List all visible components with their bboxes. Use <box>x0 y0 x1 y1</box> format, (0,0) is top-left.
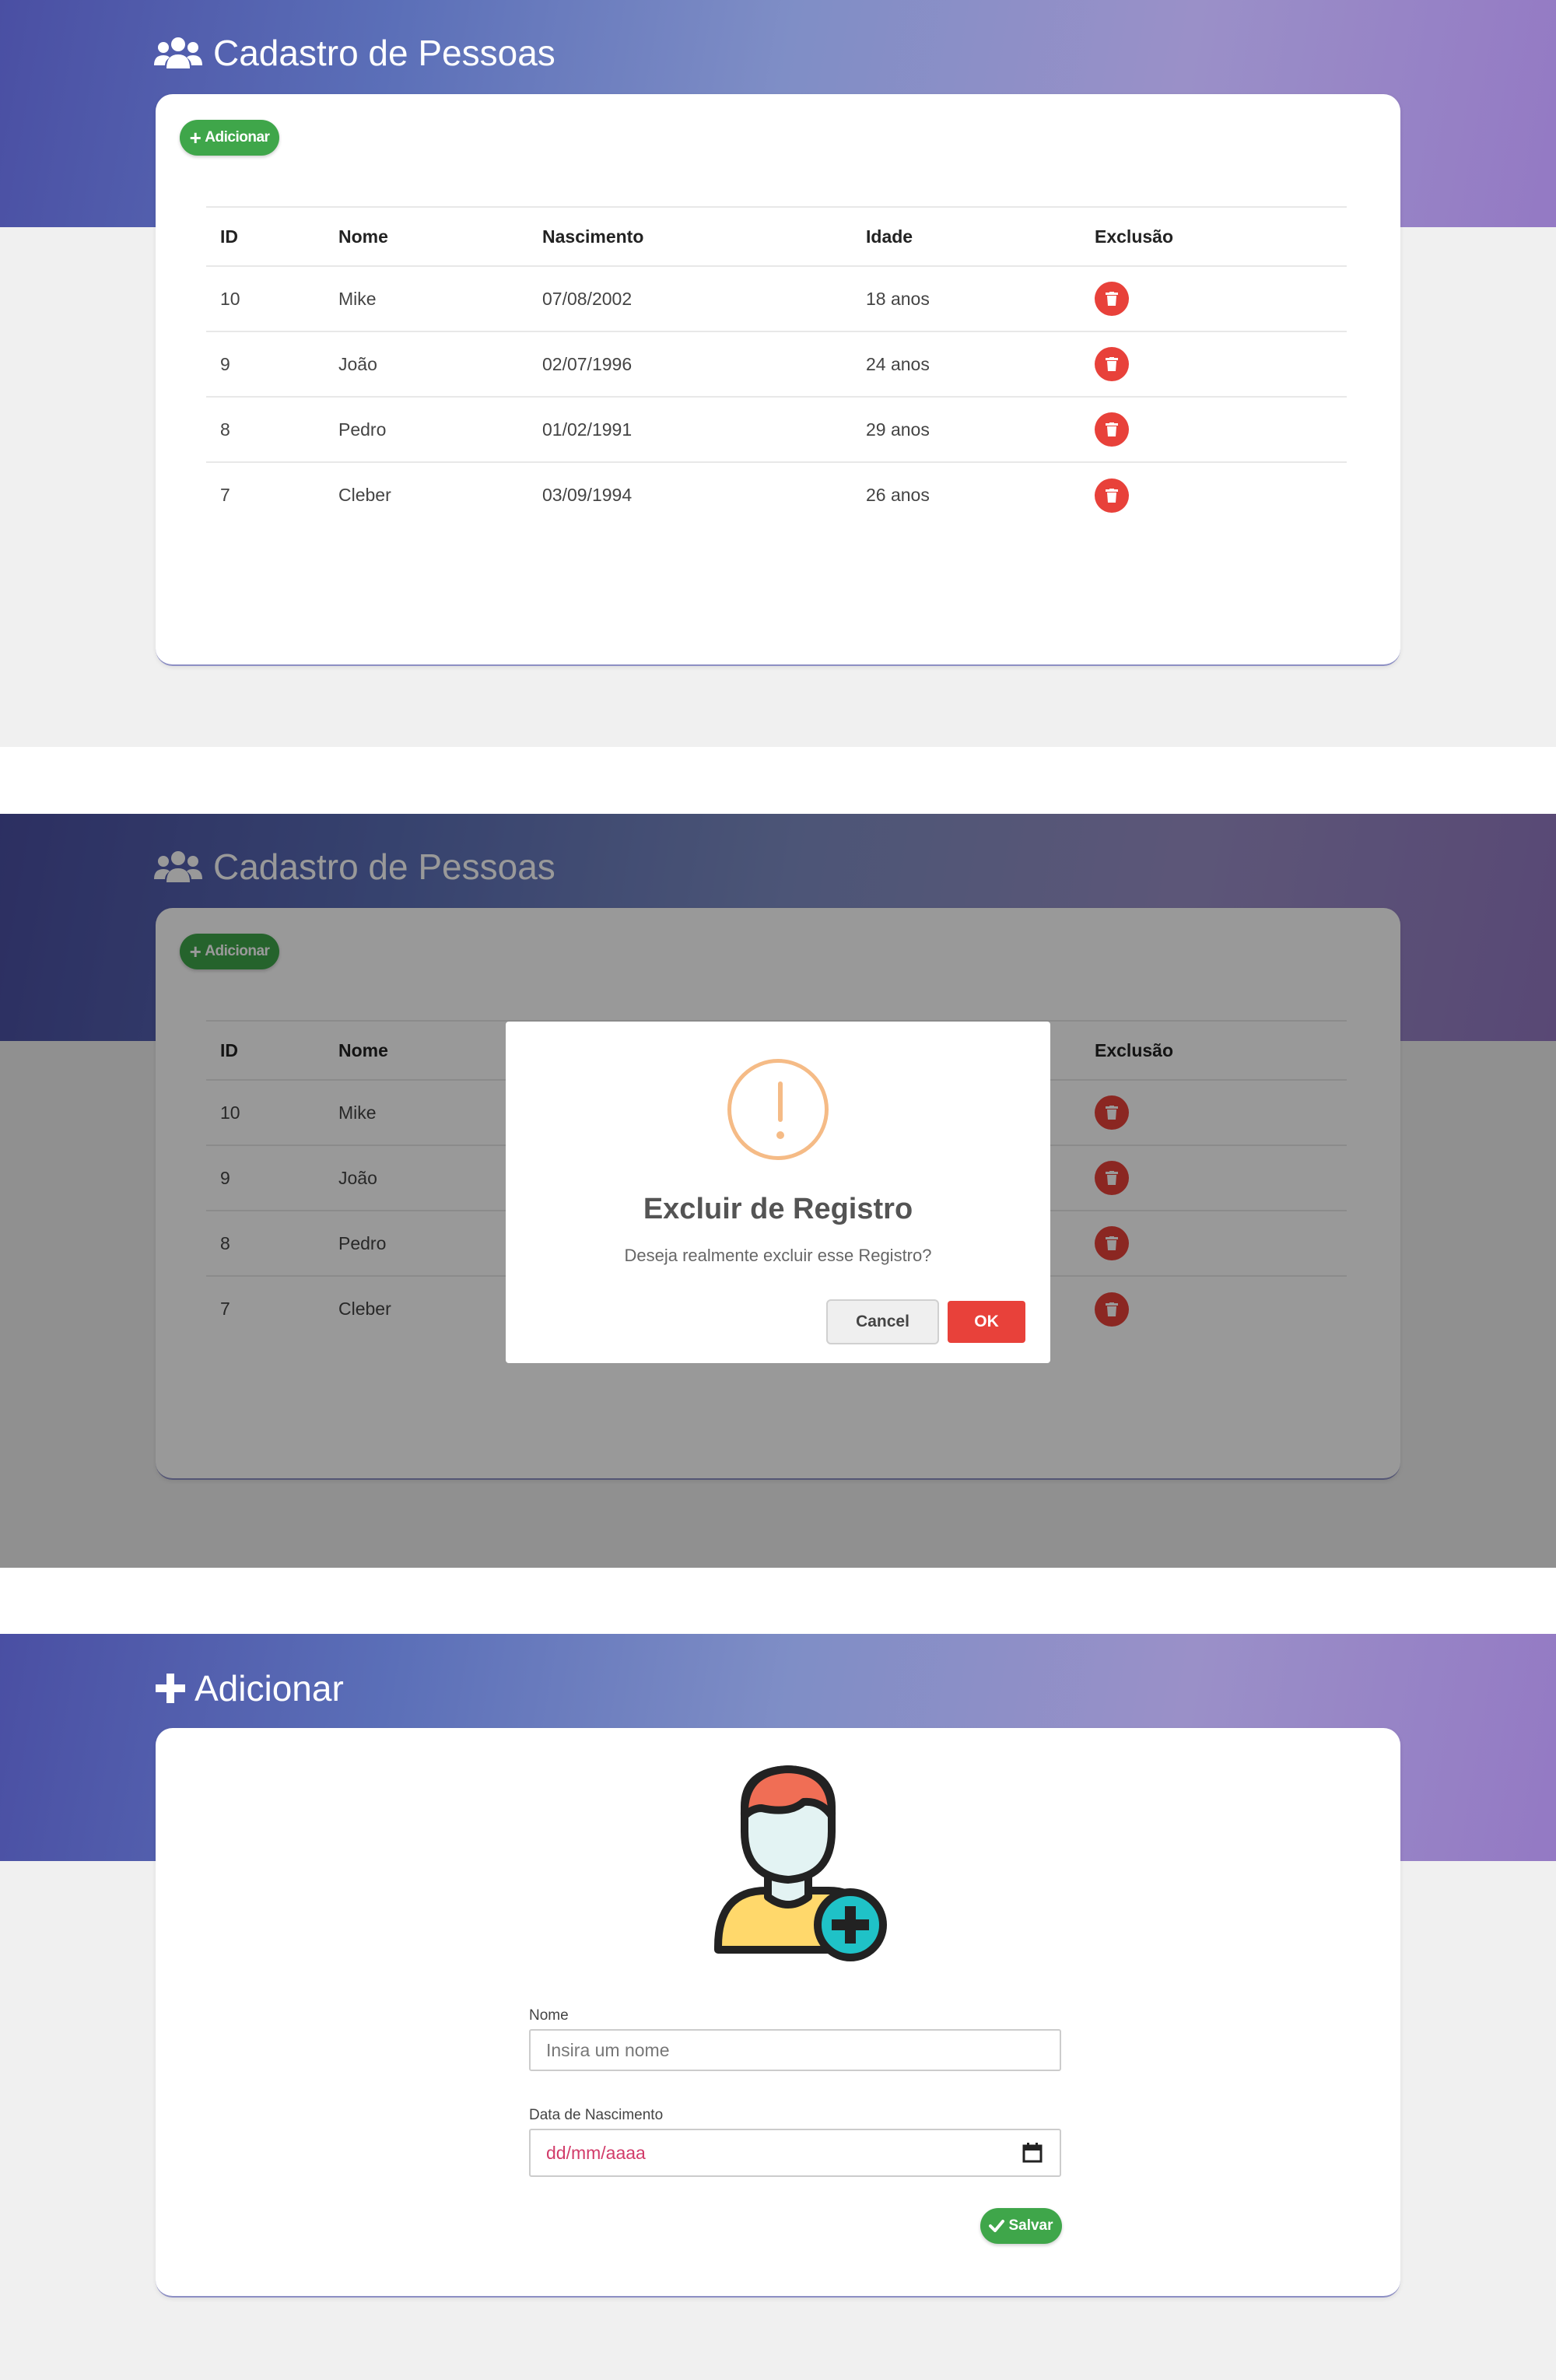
cell-idade: 18 anos <box>852 266 1081 332</box>
column-header-nascimento: Nascimento <box>528 206 852 267</box>
dialog-title: Excluir de Registro <box>643 1193 913 1225</box>
birth-date-input[interactable]: dd/mm/aaaa <box>529 2129 1061 2177</box>
cell-id: 8 <box>206 397 324 463</box>
plus-icon: + <box>189 126 202 149</box>
cell-id: 9 <box>206 331 324 398</box>
users-icon <box>154 37 202 68</box>
cell-id: 7 <box>220 485 230 505</box>
column-header-exclusao: Exclusão <box>1081 206 1347 267</box>
delete-button[interactable] <box>1095 347 1129 381</box>
dialog-message: Deseja realmente excluir esse Registro? <box>624 1246 932 1265</box>
cell-exclusao <box>1081 462 1347 528</box>
delete-button[interactable] <box>1095 282 1129 316</box>
cell-nascimento: 03/09/1994 <box>542 485 633 505</box>
table-header-row: ID Nome Nascimento Idade Exclusão <box>206 206 1347 267</box>
cell-exclusao <box>1081 266 1347 332</box>
cell-idade: 29 anos <box>852 397 1081 463</box>
birth-field-label: Data de Nascimento <box>529 2107 664 2123</box>
delete-button[interactable] <box>1095 478 1129 513</box>
column-header-idade: Idade <box>852 206 1081 267</box>
name-field-label: Nome <box>529 2007 569 2024</box>
birth-date-placeholder: dd/mm/aaaa <box>546 2142 646 2163</box>
cell-nascimento: 02/07/1996 <box>528 331 852 398</box>
cell-nascimento: 01/02/1991 <box>528 397 852 463</box>
add-button-label: Adicionar <box>205 129 270 145</box>
add-user-icon <box>714 1765 887 1961</box>
check-icon <box>989 2220 1005 2232</box>
cell-id: 10 <box>206 266 324 332</box>
page-title-text: Adicionar <box>194 1668 344 1709</box>
save-button[interactable]: Salvar <box>980 2208 1062 2244</box>
cell-nascimento: 07/08/2002 <box>528 266 852 332</box>
cell-nome: Cleber <box>338 485 391 505</box>
page-title: Adicionar <box>154 1665 344 1712</box>
plus-icon <box>156 1674 185 1703</box>
table-row: 8 Pedro 01/02/1991 29 anos <box>206 397 1347 463</box>
save-button-label: Salvar <box>1008 2217 1053 2234</box>
page-title: Cadastro de Pessoas <box>154 30 555 76</box>
name-input[interactable]: Insira um nome <box>529 2029 1061 2071</box>
column-header-id: ID <box>206 206 324 267</box>
table-row: 7 Cleber 03/09/1994 26 anos <box>206 462 1347 528</box>
column-header-nome: Nome <box>324 206 528 267</box>
add-view-panel: Adicionar <box>0 1634 1556 2380</box>
cancel-button[interactable]: Cancel <box>826 1299 939 1344</box>
cell-exclusao <box>1081 331 1347 398</box>
table-row: 10 Mike 07/08/2002 18 anos <box>206 266 1347 332</box>
ok-button[interactable]: OK <box>948 1301 1025 1343</box>
cell-exclusao <box>1081 397 1347 463</box>
add-button[interactable]: + Adicionar <box>180 120 279 156</box>
confirm-dialog: Excluir de Registro Deseja realmente exc… <box>506 1022 1050 1363</box>
trash-icon <box>1106 488 1118 503</box>
page-title-text: Cadastro de Pessoas <box>213 33 555 73</box>
warning-icon <box>727 1059 829 1160</box>
list-view-panel: Cadastro de Pessoas + Adicionar ID Nome … <box>0 0 1556 747</box>
table-row: 9 João 02/07/1996 24 anos <box>206 331 1347 398</box>
trash-icon <box>1106 292 1118 306</box>
cell-nome: Pedro <box>324 397 528 463</box>
cell-idade: 26 anos <box>866 485 930 505</box>
trash-icon <box>1106 422 1118 436</box>
cell-nome: João <box>324 331 528 398</box>
trash-icon <box>1106 357 1118 371</box>
delete-button[interactable] <box>1095 412 1129 447</box>
cell-nome: Mike <box>324 266 528 332</box>
people-table: ID Nome Nascimento Idade Exclusão 10 Mik… <box>206 206 1347 528</box>
calendar-icon[interactable] <box>1022 2143 1043 2163</box>
cell-idade: 24 anos <box>852 331 1081 398</box>
